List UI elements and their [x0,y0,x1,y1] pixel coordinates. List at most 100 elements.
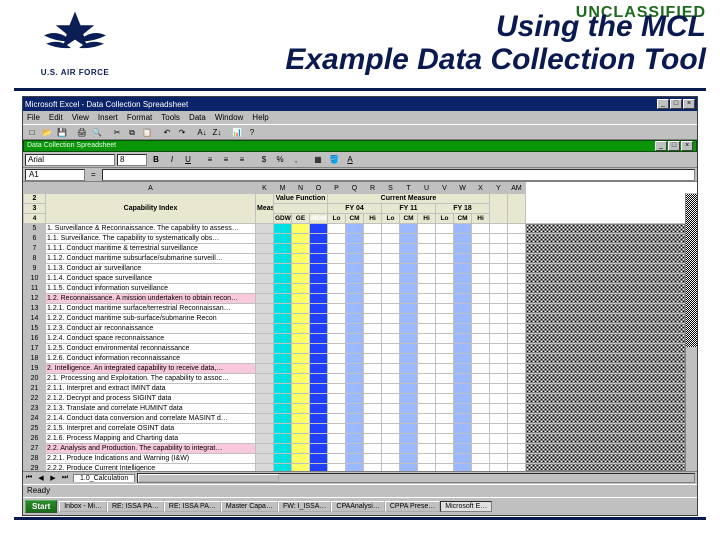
data-cell[interactable] [274,294,292,304]
data-cell[interactable] [274,374,292,384]
data-cell[interactable] [400,414,418,424]
data-cell[interactable] [382,454,400,464]
capability-cell[interactable]: 2.1.2. Decrypt and process SIGINT data [46,394,256,404]
data-cell[interactable] [346,264,364,274]
data-cell[interactable] [472,454,490,464]
chart-icon[interactable]: 📊 [230,126,244,139]
data-cell[interactable] [328,224,346,234]
data-cell[interactable] [382,244,400,254]
data-cell[interactable] [364,274,382,284]
data-cell[interactable] [382,434,400,444]
data-cell[interactable] [328,304,346,314]
data-cell[interactable] [310,304,328,314]
data-cell[interactable] [436,404,454,414]
data-cell[interactable] [454,314,472,324]
data-cell[interactable] [418,254,436,264]
standard-toolbar[interactable]: □ 📂 💾 🖨 🔍 ✂ ⧉ 📋 ↶ ↷ A↓ Z↓ 📊 ? [23,124,697,140]
data-cell[interactable] [328,364,346,374]
data-cell[interactable] [346,234,364,244]
data-cell[interactable] [490,464,508,472]
data-cell[interactable] [490,324,508,334]
data-cell[interactable] [400,464,418,472]
sort-desc-icon[interactable]: Z↓ [210,126,224,139]
doc-minimize-button[interactable]: _ [655,141,667,151]
data-cell[interactable] [400,444,418,454]
data-cell[interactable] [274,454,292,464]
data-cell[interactable] [400,294,418,304]
data-cell[interactable] [346,424,364,434]
data-cell[interactable] [328,264,346,274]
data-cell[interactable] [418,334,436,344]
data-cell[interactable] [364,454,382,464]
data-cell[interactable] [472,344,490,354]
column-header[interactable]: W [454,183,472,194]
data-cell[interactable] [418,374,436,384]
data-cell[interactable] [292,384,310,394]
data-cell[interactable] [310,264,328,274]
data-cell[interactable] [400,394,418,404]
fill-color-icon[interactable]: 🪣 [327,153,341,166]
data-cell[interactable] [346,284,364,294]
data-cell[interactable] [436,344,454,354]
data-cell[interactable] [454,344,472,354]
column-header[interactable]: S [382,183,400,194]
data-cell[interactable] [472,244,490,254]
capability-cell[interactable]: 1.1.1. Conduct maritime & terrestrial su… [46,244,256,254]
data-cell[interactable] [364,304,382,314]
data-cell[interactable] [292,424,310,434]
data-cell[interactable] [292,274,310,284]
name-box[interactable]: A1 [25,169,85,181]
data-cell[interactable] [274,324,292,334]
data-cell[interactable] [418,424,436,434]
data-cell[interactable] [490,384,508,394]
data-cell[interactable] [436,374,454,384]
underline-icon[interactable]: U [181,153,195,166]
data-cell[interactable] [382,274,400,284]
data-cell[interactable] [274,284,292,294]
column-header[interactable]: T [400,183,418,194]
data-cell[interactable] [454,244,472,254]
column-header[interactable]: M [274,183,292,194]
data-cell[interactable] [472,384,490,394]
data-cell[interactable] [310,334,328,344]
data-cell[interactable] [346,354,364,364]
column-header[interactable]: Y [490,183,508,194]
data-cell[interactable] [274,274,292,284]
data-cell[interactable] [490,414,508,424]
menu-help[interactable]: Help [252,113,268,122]
data-cell[interactable] [382,374,400,384]
data-cell[interactable] [292,324,310,334]
data-cell[interactable] [490,244,508,254]
minimize-button[interactable]: _ [657,99,669,109]
currency-icon[interactable]: $ [257,153,271,166]
menu-window[interactable]: Window [215,113,243,122]
data-cell[interactable] [346,244,364,254]
row-header[interactable]: 8 [24,254,46,264]
data-cell[interactable] [400,244,418,254]
data-cell[interactable] [418,464,436,472]
data-cell[interactable] [274,434,292,444]
data-cell[interactable] [400,324,418,334]
data-cell[interactable] [490,454,508,464]
data-cell[interactable] [292,414,310,424]
capability-cell[interactable]: 1.1.4. Conduct space surveillance [46,274,256,284]
data-cell[interactable] [364,244,382,254]
data-cell[interactable] [346,394,364,404]
data-cell[interactable] [400,364,418,374]
data-cell[interactable] [436,334,454,344]
data-cell[interactable] [436,324,454,334]
data-cell[interactable] [346,294,364,304]
data-cell[interactable] [472,354,490,364]
data-cell[interactable] [382,384,400,394]
save-icon[interactable]: 💾 [55,126,69,139]
data-cell[interactable] [490,234,508,244]
data-cell[interactable] [382,264,400,274]
data-cell[interactable] [490,404,508,414]
data-cell[interactable] [328,374,346,384]
data-cell[interactable] [382,394,400,404]
data-cell[interactable] [490,334,508,344]
percent-icon[interactable]: % [273,153,287,166]
bold-icon[interactable]: B [149,153,163,166]
data-cell[interactable] [436,434,454,444]
data-cell[interactable] [274,414,292,424]
